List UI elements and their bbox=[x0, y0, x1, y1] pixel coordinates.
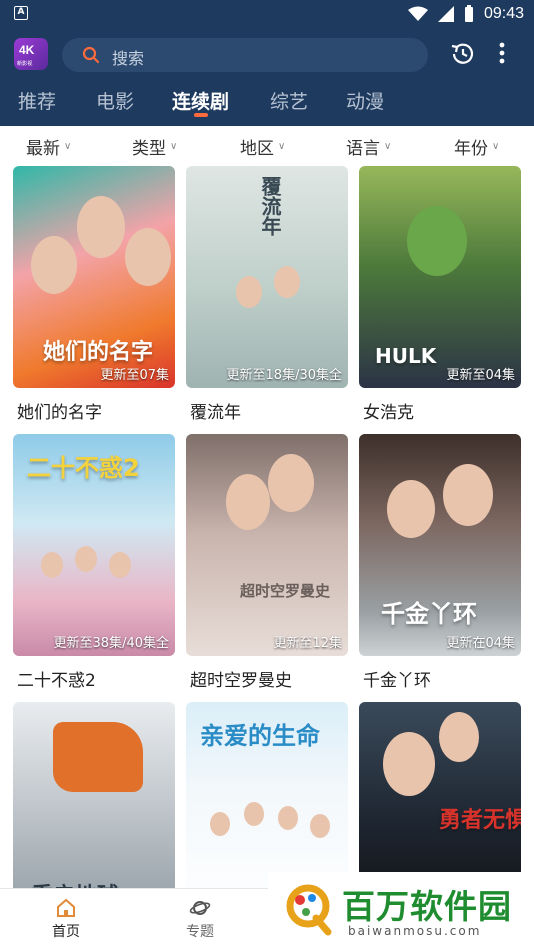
category-tabs: 推荐 电影 连续剧 综艺 动漫 bbox=[0, 84, 534, 124]
filter-language[interactable]: 语言 ∨ bbox=[346, 134, 391, 159]
poster-title-text: 二十不惑2 bbox=[27, 454, 140, 482]
status-icons: 09:43 bbox=[407, 4, 524, 24]
tab-series[interactable]: 连续剧 bbox=[172, 87, 229, 114]
battery-icon bbox=[464, 5, 473, 22]
episode-badge: 更新至04集 bbox=[446, 368, 515, 383]
episode-badge: 更新至12集 bbox=[273, 636, 342, 651]
filter-type[interactable]: 类型 ∨ bbox=[132, 134, 177, 159]
logo-text: 4K bbox=[19, 43, 35, 57]
episode-badge: 更新至07集 bbox=[100, 368, 169, 383]
card-title[interactable]: 覆流年 bbox=[190, 398, 241, 423]
robot-shape bbox=[53, 722, 143, 792]
tab-movies[interactable]: 电影 bbox=[96, 87, 134, 114]
history-icon[interactable] bbox=[450, 41, 476, 67]
poster-title-text: 覆流年 bbox=[258, 176, 282, 236]
filter-bar: 最新 ∨ 类型 ∨ 地区 ∨ 语言 ∨ 年份 ∨ bbox=[0, 126, 534, 162]
notification-icon: A bbox=[14, 6, 28, 20]
nav-home-label: 首页 bbox=[52, 924, 80, 940]
card-title[interactable]: 女浩克 bbox=[363, 398, 414, 423]
nav-topics-label: 专题 bbox=[186, 924, 214, 940]
wifi-icon bbox=[407, 6, 428, 21]
card-title[interactable]: 二十不惑2 bbox=[17, 666, 96, 691]
logo-subtext: 新影视 bbox=[17, 60, 33, 67]
poster-image[interactable]: 她们的名字 更新至07集 bbox=[13, 166, 175, 388]
filter-latest[interactable]: 最新 ∨ bbox=[26, 134, 71, 159]
filter-year[interactable]: 年份 ∨ bbox=[454, 134, 499, 159]
poster-image[interactable]: 千金丫环 更新在04集 bbox=[359, 434, 521, 656]
episode-badge: 更新至38集/40集全 bbox=[53, 636, 169, 651]
poster-image[interactable]: 超时空罗曼史 更新至12集 bbox=[186, 434, 348, 656]
status-bar: A 09:43 bbox=[0, 0, 534, 28]
poster-title-text: 她们的名字 bbox=[43, 340, 154, 365]
tab-variety[interactable]: 综艺 bbox=[270, 87, 308, 114]
top-bar: 4K 新影视 搜索 推荐 电影 连续剧 综艺 动漫 bbox=[0, 28, 534, 126]
poster-image[interactable]: HULK 更新至04集 bbox=[359, 166, 521, 388]
active-tab-indicator bbox=[194, 113, 208, 117]
poster-title-text: 亲爱的生命 bbox=[200, 722, 320, 750]
tab-anime[interactable]: 动漫 bbox=[346, 87, 384, 114]
chevron-down-icon: ∨ bbox=[64, 141, 72, 152]
planet-icon bbox=[189, 901, 211, 915]
nav-topics[interactable]: 专题 bbox=[170, 897, 230, 941]
watermark-url: baiwanmosu.com bbox=[348, 924, 482, 938]
poster-title-text: 千金丫环 bbox=[381, 600, 477, 628]
poster-image[interactable]: 覆流年 更新至18集/30集全 bbox=[186, 166, 348, 388]
episode-badge: 更新在04集 bbox=[446, 636, 515, 651]
watermark: 百万软件园 baiwanmosu.com bbox=[268, 872, 534, 950]
search-bar[interactable]: 搜索 bbox=[62, 38, 428, 72]
chevron-down-icon: ∨ bbox=[492, 141, 500, 152]
chevron-down-icon: ∨ bbox=[170, 141, 178, 152]
watermark-logo-icon bbox=[286, 884, 332, 936]
poster-title-text: HULK bbox=[375, 344, 437, 368]
search-placeholder: 搜索 bbox=[112, 49, 145, 68]
search-icon bbox=[82, 46, 100, 64]
more-icon[interactable] bbox=[498, 41, 506, 65]
nav-home[interactable]: 首页 bbox=[36, 897, 96, 941]
card-title[interactable]: 超时空罗曼史 bbox=[190, 666, 292, 691]
watermark-title: 百万软件园 bbox=[342, 887, 512, 926]
poster-image[interactable]: 二十不惑2 更新至38集/40集全 bbox=[13, 434, 175, 656]
filter-region[interactable]: 地区 ∨ bbox=[240, 134, 285, 159]
home-icon bbox=[57, 898, 75, 917]
tab-recommend[interactable]: 推荐 bbox=[18, 87, 56, 114]
card-title[interactable]: 千金丫环 bbox=[363, 666, 431, 691]
signal-icon bbox=[437, 6, 454, 22]
app-logo[interactable]: 4K 新影视 bbox=[14, 38, 48, 70]
chevron-down-icon: ∨ bbox=[278, 141, 286, 152]
episode-badge: 更新至18集/30集全 bbox=[226, 368, 342, 383]
clock: 09:43 bbox=[483, 5, 524, 22]
chevron-down-icon: ∨ bbox=[384, 141, 392, 152]
poster-title-text: 超时空罗曼史 bbox=[240, 582, 331, 600]
card-title[interactable]: 她们的名字 bbox=[17, 398, 102, 423]
poster-title-text: 勇者无惧 bbox=[439, 808, 521, 833]
